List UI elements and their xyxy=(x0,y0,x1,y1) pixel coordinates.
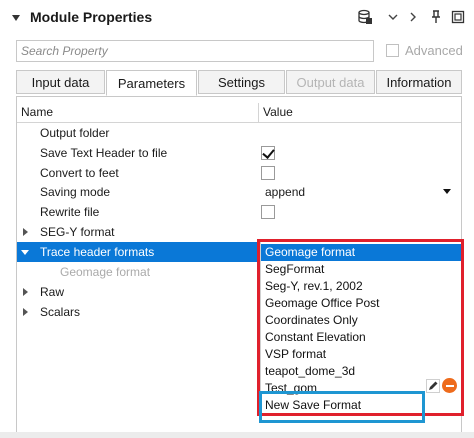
dropdown-item[interactable]: Seg-Y, rev.1, 2002 xyxy=(261,278,461,295)
chevron-down-icon[interactable] xyxy=(384,8,402,26)
float-window-icon[interactable] xyxy=(449,8,467,26)
tab-parameters[interactable]: Parameters xyxy=(106,70,197,96)
dropdown-arrow-icon[interactable] xyxy=(443,189,451,194)
dropdown-item[interactable]: Geomage Office Post xyxy=(261,295,461,312)
dropdown-item[interactable]: Test_gom xyxy=(261,380,421,397)
expand-arrow-icon[interactable] xyxy=(23,228,28,236)
property-label: Rewrite file xyxy=(40,205,100,219)
tab-label: Settings xyxy=(218,74,265,90)
dropdown-item[interactable]: Geomage format xyxy=(261,244,461,261)
title-bar: Module Properties xyxy=(0,0,474,36)
property-label: Saving mode xyxy=(40,185,111,199)
property-label: Raw xyxy=(40,285,65,299)
dropdown-item[interactable]: Constant Elevation xyxy=(261,329,461,346)
rewrite-file-checkbox[interactable] xyxy=(261,205,275,219)
dropdown-item[interactable]: SegFormat xyxy=(261,261,461,278)
window-title: Module Properties xyxy=(30,9,153,25)
convert-to-feet-checkbox[interactable] xyxy=(261,166,275,180)
tab-information[interactable]: Information xyxy=(376,70,462,94)
pin-icon[interactable] xyxy=(427,8,445,26)
expand-arrow-icon[interactable] xyxy=(23,288,28,296)
property-row-output-folder[interactable]: Output folder xyxy=(17,123,461,143)
chevron-right-icon[interactable] xyxy=(404,8,422,26)
property-label: SEG-Y format xyxy=(40,225,115,239)
property-label: Save Text Header to file xyxy=(40,146,168,160)
expand-arrow-icon[interactable] xyxy=(23,308,28,316)
collapse-arrow-icon[interactable] xyxy=(21,250,29,255)
tab-input-data[interactable]: Input data xyxy=(16,70,105,94)
pencil-icon[interactable] xyxy=(426,379,440,393)
horizontal-scrollbar[interactable] xyxy=(0,432,474,438)
search-input[interactable] xyxy=(17,41,373,61)
property-row-saving-mode[interactable]: Saving mode append xyxy=(17,182,461,202)
advanced-checkbox[interactable] xyxy=(386,44,399,57)
dropdown-item[interactable]: Coordinates Only xyxy=(261,312,461,329)
tab-label: Input data xyxy=(31,74,90,90)
remove-icon[interactable] xyxy=(442,378,457,393)
tab-settings[interactable]: Settings xyxy=(198,70,285,94)
tab-output-data: Output data xyxy=(286,70,375,94)
property-label: Trace header formats xyxy=(40,245,155,259)
database-icon[interactable] xyxy=(356,8,374,26)
property-row-trace-header-formats[interactable]: Trace header formats xyxy=(17,242,259,262)
property-label: Output folder xyxy=(40,126,110,140)
search-field[interactable] xyxy=(16,40,374,62)
tab-label: Information xyxy=(386,74,452,90)
property-row-segy-format[interactable]: SEG-Y format xyxy=(17,222,461,242)
advanced-toggle[interactable]: Advanced xyxy=(386,43,463,58)
property-label: Geomage format xyxy=(60,265,151,279)
advanced-label: Advanced xyxy=(405,43,463,58)
property-row-save-text-header[interactable]: Save Text Header to file xyxy=(17,143,461,163)
property-label: Convert to feet xyxy=(40,166,119,180)
name-column-header[interactable]: Name xyxy=(21,105,53,119)
tab-label: Output data xyxy=(296,74,365,90)
tab-label: Parameters xyxy=(117,75,186,91)
dropdown-item[interactable]: New Save Format xyxy=(261,397,461,414)
property-row-rewrite-file[interactable]: Rewrite file xyxy=(17,202,461,222)
value-column-header[interactable]: Value xyxy=(263,105,293,119)
save-text-header-checkbox[interactable] xyxy=(261,146,275,160)
grid-header: Name Value xyxy=(17,103,461,123)
dropdown-item[interactable]: teapot_dome_3d xyxy=(261,363,461,380)
property-row-convert-to-feet[interactable]: Convert to feet xyxy=(17,163,461,183)
saving-mode-value[interactable]: append xyxy=(265,185,305,199)
property-label: Scalars xyxy=(40,305,81,319)
dropdown-item[interactable]: VSP format xyxy=(261,346,461,363)
column-divider[interactable] xyxy=(258,103,259,123)
collapse-icon[interactable] xyxy=(9,11,23,25)
